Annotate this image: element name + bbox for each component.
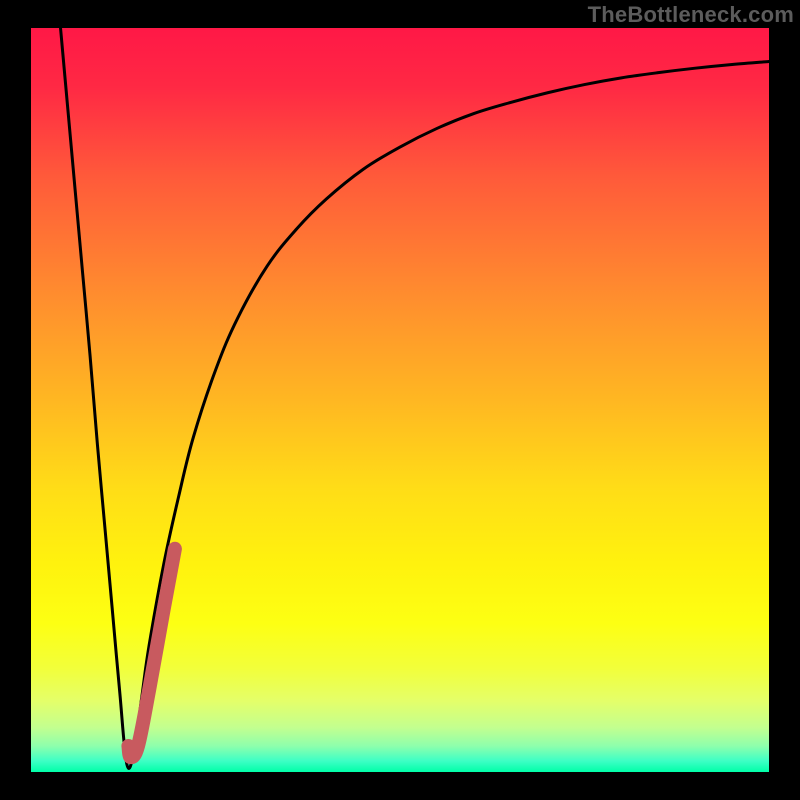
plot-background — [31, 28, 769, 772]
watermark-text: TheBottleneck.com — [588, 2, 794, 28]
bottleneck-chart — [0, 0, 800, 800]
chart-stage: TheBottleneck.com — [0, 0, 800, 800]
